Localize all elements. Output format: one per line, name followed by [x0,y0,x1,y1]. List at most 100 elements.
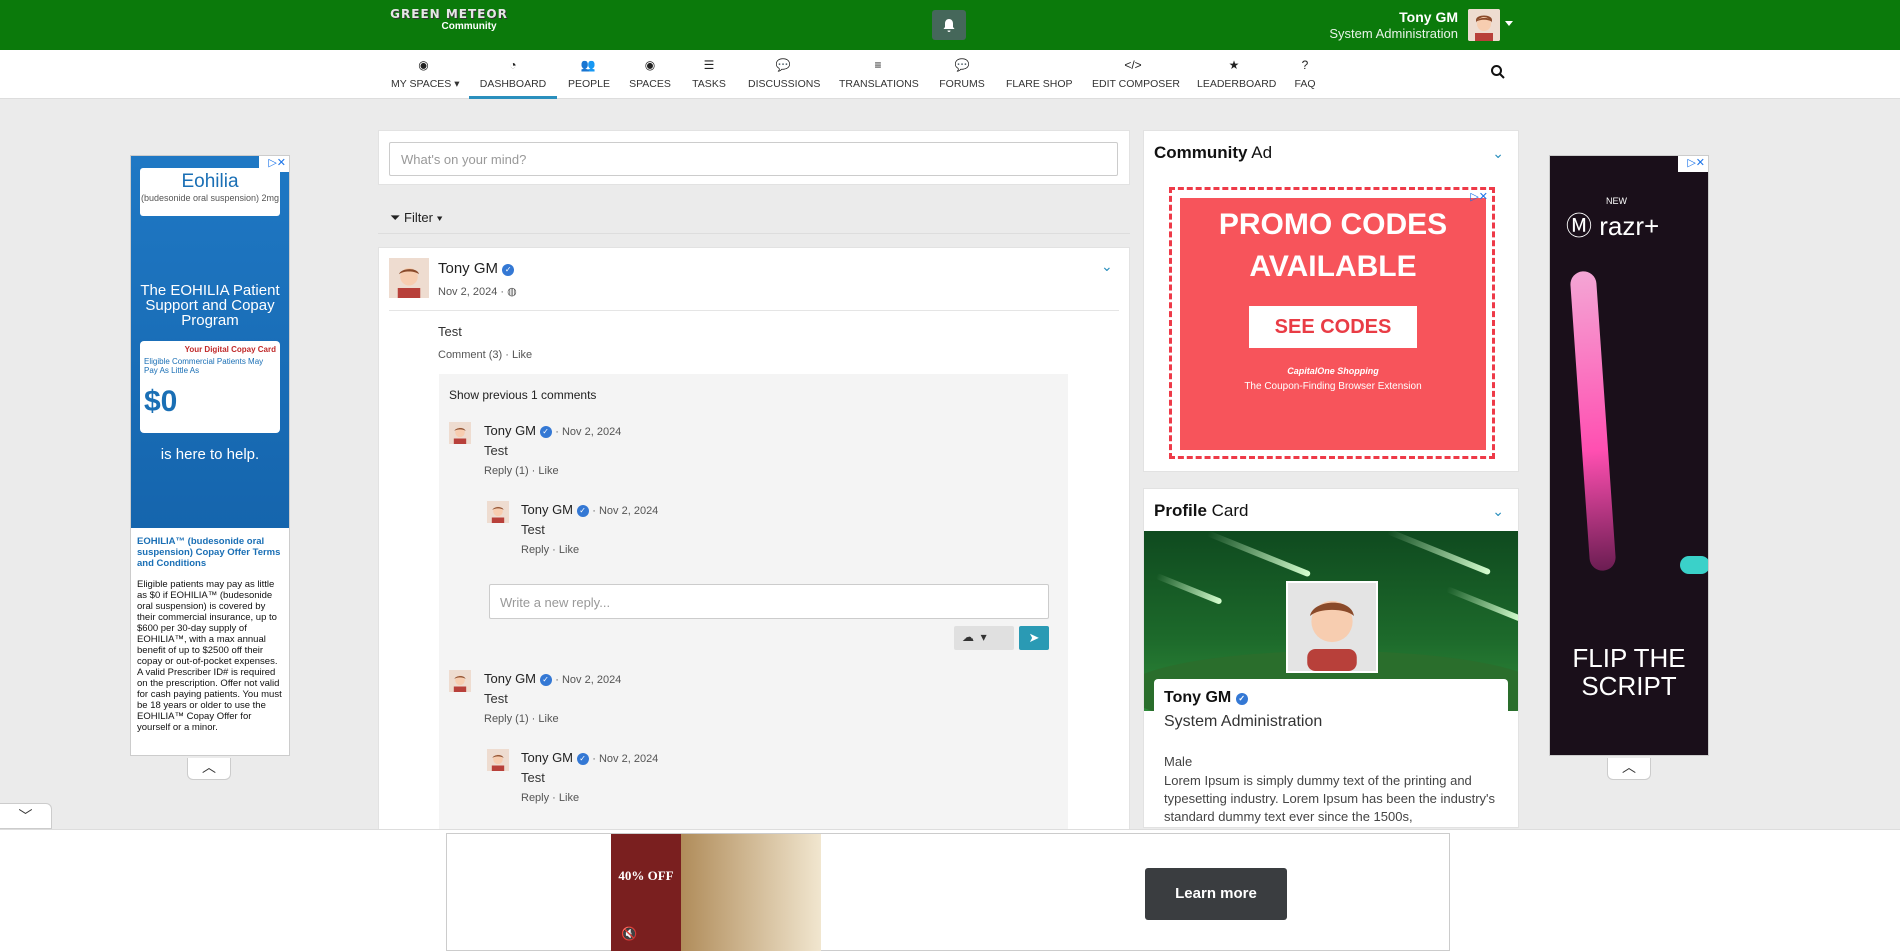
post-actions: Comment (3) · Like [438,349,533,361]
reply-input[interactable]: Write a new reply... [489,584,1049,619]
chevron-up-icon: ︿ [202,759,216,775]
author-name: Tony GM [484,671,537,686]
bell-icon [942,18,956,33]
nav-faq[interactable]: ? FAQ [1294,50,1316,99]
nav-forums[interactable]: 💬 FORUMS [939,50,985,99]
ad-close-icon[interactable]: ▷✕ [259,156,289,172]
glow-graphic [1680,556,1708,574]
promo-ad[interactable]: PROMO CODES AVAILABLE SEE CODES CapitalO… [1169,187,1495,459]
promo-tagline: The Coupon-Finding Browser Extension [1244,381,1422,392]
ad-close-icon[interactable]: ▷✕ [1470,190,1488,203]
avatar[interactable] [1286,581,1378,673]
like-link[interactable]: Like [538,465,558,477]
nav-tasks[interactable]: ☰ TASKS [692,50,726,99]
reply-link[interactable]: Reply (1) [484,713,529,725]
status-input[interactable]: What's on your mind? [389,142,1118,176]
people-icon: 👥 [580,58,596,72]
ad-terms: EOHILIA™ (budesonide oral suspension) Co… [131,528,289,741]
reply-link[interactable]: Reply [521,544,549,556]
chevron-down-icon[interactable]: ⌄ [1492,503,1504,520]
post-date: Nov 2, 2024 · ◍ [438,286,517,298]
ad-new-label: NEW [1606,196,1627,206]
comment-link[interactable]: Comment (3) [438,349,502,361]
like-link[interactable]: Like [512,349,532,361]
nav-flare-shop[interactable]: FLARE SHOP [1006,50,1073,99]
reply-date: · Nov 2, 2024 [592,505,659,517]
like-link[interactable]: Like [538,713,558,725]
nav-label: MY SPACES [391,78,452,90]
comment-actions: Reply (1) · Like [484,465,559,477]
ad-headline: The EOHILIA Patient Support and Copay Pr… [140,282,280,329]
search-icon[interactable] [1490,64,1506,80]
avatar[interactable] [487,501,509,523]
comment-author[interactable]: Tony GM ✓ · Nov 2, 2024 [484,423,621,438]
nav-translations[interactable]: ≡ TRANSLATIONS [839,50,919,99]
notifications-button[interactable] [932,10,966,40]
ad-close-icon[interactable]: ▷✕ [1678,156,1708,172]
ad-collapse-button[interactable]: ︿ [187,758,231,780]
chevron-down-icon[interactable]: ⌄ [1492,145,1504,162]
date-text: Nov 2, 2024 [438,286,498,298]
meteor-graphic [1155,573,1223,605]
ad-video[interactable]: 40% OFF 🔇 [611,834,821,951]
see-codes-button[interactable]: SEE CODES [1249,306,1417,348]
ad-card-title: Your Digital Copay Card [184,345,276,354]
post-menu-chevron-icon[interactable]: ⌄ [1101,258,1113,275]
nav-dashboard[interactable]: ◔ DASHBOARD [469,50,557,99]
reply-author[interactable]: Tony GM ✓ · Nov 2, 2024 [521,750,658,765]
show-previous-comments[interactable]: Show previous 1 comments [449,388,596,402]
cloud-upload-icon: ☁ [962,630,974,644]
nav-discussions[interactable]: 💬 DISCUSSIONS [748,50,820,99]
ad-discount: 40% OFF [618,868,674,883]
avatar[interactable] [1468,9,1500,41]
profile-name[interactable]: Tony GM ✓ [1164,689,1248,707]
lines-icon: ≡ [874,58,882,72]
profile-card-widget: Profile Card ⌄ Tony GM ✓ System Administ… [1143,488,1519,828]
send-button[interactable]: ➤ [1019,626,1049,650]
avatar[interactable] [389,258,429,298]
user-menu[interactable]: Tony GM System Administration [1329,9,1458,41]
main-nav: ◉ MY SPACES ▾ ◔ DASHBOARD 👥 PEOPLE ◉ SPACES … [0,50,1900,99]
post-author[interactable]: Tony GM ✓ [438,260,515,277]
nav-edit-composer[interactable]: </> EDIT COMPOSER [1092,50,1180,99]
comments-section: Show previous 1 comments Tony GM ✓ · Nov… [439,374,1068,836]
filter-dropdown[interactable]: ⏷ Filter ▾ [390,210,443,226]
reply-link[interactable]: Reply [521,792,549,804]
avatar[interactable] [449,422,471,444]
avatar[interactable] [487,749,509,771]
learn-more-button[interactable]: Learn more [1145,868,1287,920]
mute-icon[interactable]: 🔇 [621,926,637,942]
nav-label: FLARE SHOP [1006,78,1073,90]
paper-plane-icon: ➤ [1028,630,1040,645]
left-sidebar-ad[interactable]: Eohilia (budesonide oral suspension) 2mg… [130,155,290,756]
profile-role: System Administration [1164,713,1323,730]
ad-terms-title[interactable]: EOHILIA™ (budesonide oral suspension) Co… [137,536,283,569]
collapse-ad-button[interactable]: ﹀ [0,803,52,829]
nav-label: LEADERBOARD [1197,78,1277,90]
site-logo[interactable]: GREEN METEOR Community [384,7,514,37]
like-link[interactable]: Like [559,544,579,556]
like-link[interactable]: Like [559,792,579,804]
nav-spaces[interactable]: ◉ SPACES [629,50,671,99]
verified-icon: ✓ [539,674,552,686]
nav-people[interactable]: 👥 PEOPLE [568,50,610,99]
dashboard-icon: ◔ [509,58,517,72]
comment-actions: Reply (1) · Like [484,713,559,725]
reply-link[interactable]: Reply (1) [484,465,529,477]
ad-collapse-button[interactable]: ︿ [1607,758,1651,780]
tasks-icon: ☰ [703,58,715,72]
nav-leaderboard[interactable]: ★ LEADERBOARD [1197,50,1276,99]
chevron-down-icon[interactable] [1505,21,1513,26]
status-composer: What's on your mind? [378,130,1130,185]
verified-icon: ✓ [1235,693,1248,705]
right-sidebar-ad[interactable]: NEW Ⓜ razr+ FLIP THE SCRIPT ▷✕ [1549,155,1709,756]
phone-glow-graphic [1569,270,1617,572]
widget-title: Community Ad [1154,143,1272,163]
bottom-banner-ad[interactable]: 40% OFF 🔇 Learn more [446,833,1450,951]
upload-button[interactable]: ☁ ▾ [954,626,1014,650]
chat-icon: 💬 [775,58,791,72]
nav-my-spaces[interactable]: ◉ MY SPACES ▾ [391,50,460,99]
avatar[interactable] [449,670,471,692]
reply-author[interactable]: Tony GM ✓ · Nov 2, 2024 [521,502,658,517]
comment-author[interactable]: Tony GM ✓ · Nov 2, 2024 [484,671,621,686]
